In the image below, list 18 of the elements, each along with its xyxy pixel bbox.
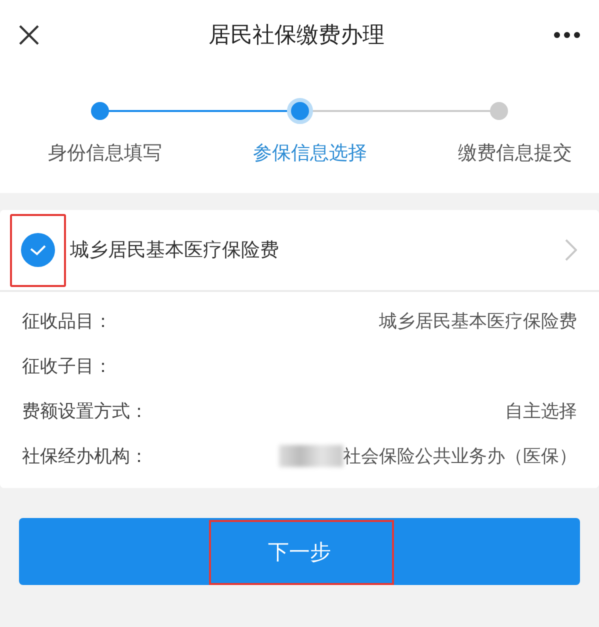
page-title: 居民社保缴费办理	[208, 22, 384, 50]
checkbox[interactable]	[21, 233, 55, 267]
field-label: 征收子目：	[22, 354, 112, 378]
field-label: 社保经办机构：	[22, 444, 148, 468]
field-value: 自主选择	[505, 400, 577, 422]
next-button[interactable]: 下一步	[19, 518, 580, 585]
step-label: 身份信息填写	[48, 140, 162, 166]
check-icon	[29, 244, 47, 256]
item-title: 城乡居民基本医疗保险费	[70, 238, 280, 263]
close-icon[interactable]	[18, 24, 40, 46]
more-icon[interactable]	[553, 31, 581, 39]
field-label: 费额设置方式：	[22, 400, 148, 422]
field-label: 征收品目：	[22, 310, 112, 332]
field-value: 城乡居民基本医疗保险费	[379, 310, 577, 332]
redacted-text	[279, 444, 343, 466]
step-label: 参保信息选择	[253, 140, 367, 166]
step-label: 缴费信息提交	[458, 140, 572, 166]
field-value: 社会保险公共业务办（医保）	[343, 444, 577, 468]
